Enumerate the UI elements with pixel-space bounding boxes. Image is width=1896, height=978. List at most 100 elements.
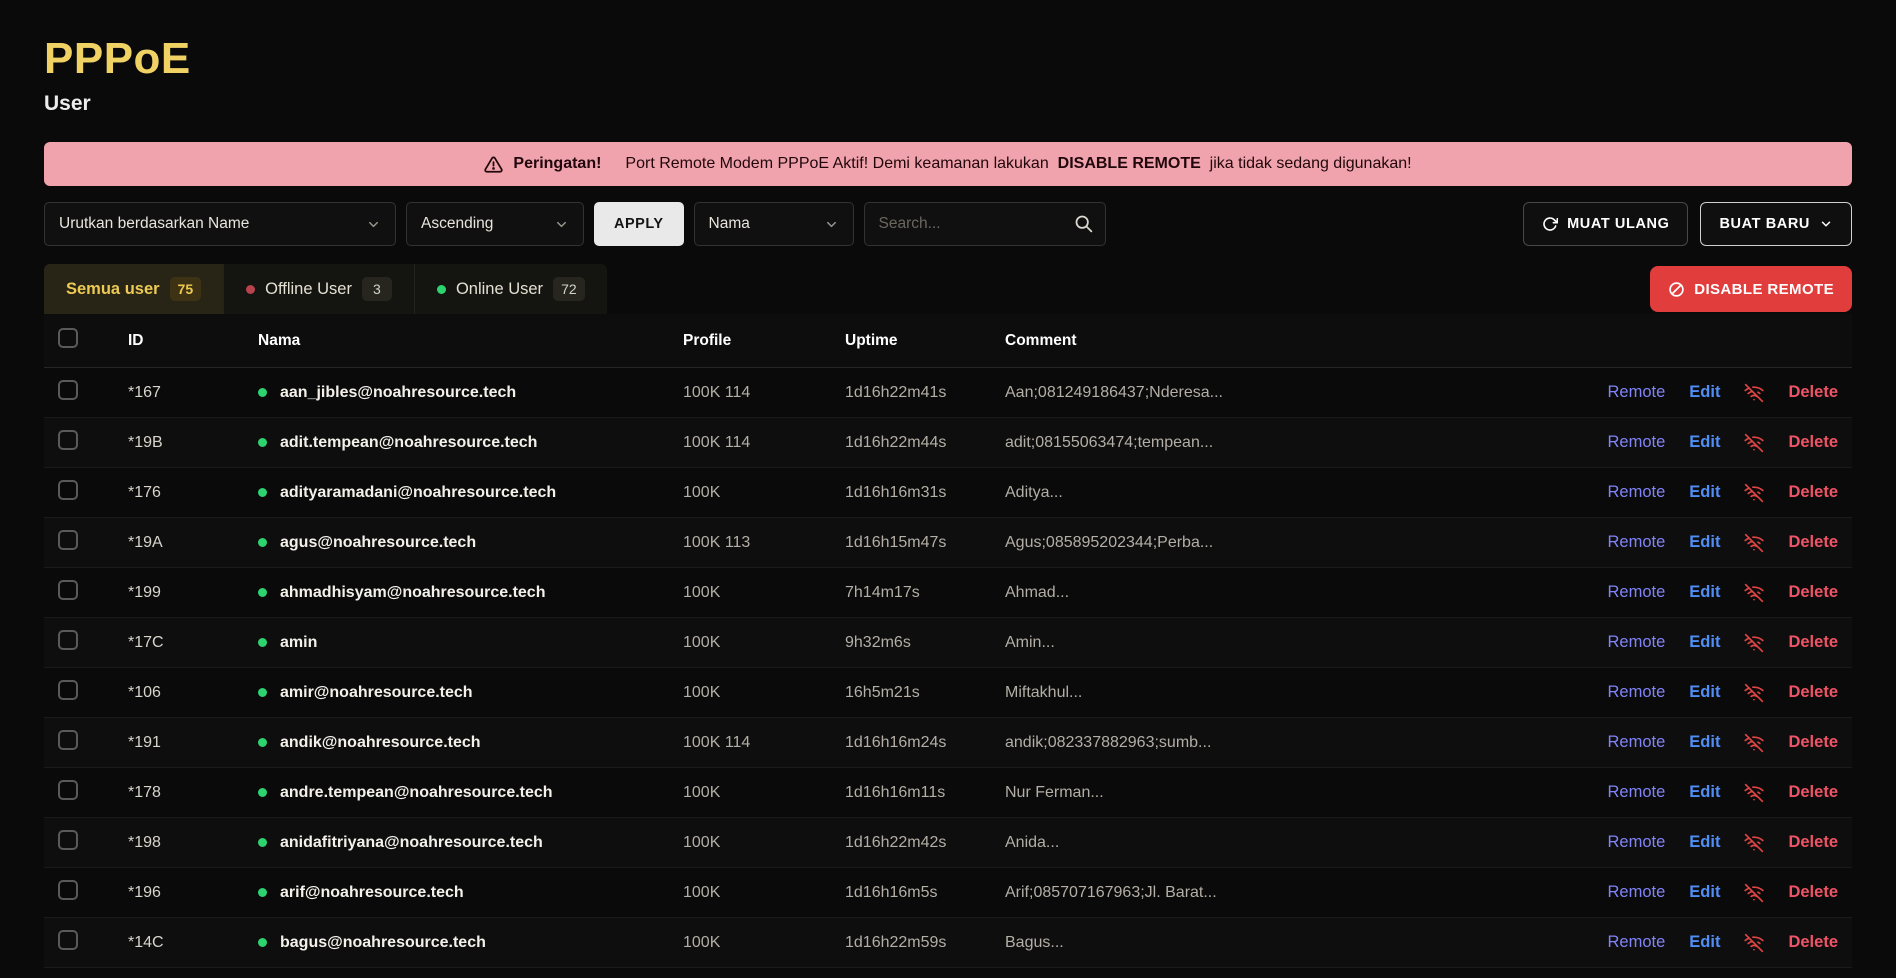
delete-link[interactable]: Delete [1788,433,1838,452]
create-new-label: BUAT BARU [1719,216,1810,232]
table-row: *178 andre.tempean@noahresource.tech 100… [44,768,1852,818]
delete-link[interactable]: Delete [1788,833,1838,852]
delete-link[interactable]: Delete [1788,583,1838,602]
page-subtitle: User [44,92,1852,116]
apply-button[interactable]: APPLY [594,202,684,246]
user-comment: Nur Ferman... [1005,784,1522,802]
delete-link[interactable]: Delete [1788,533,1838,552]
remote-link[interactable]: Remote [1608,883,1666,902]
sort-by-value: Urutkan berdasarkan Name [59,215,249,233]
tab-semua-user[interactable]: Semua user 75 [44,264,224,314]
edit-link[interactable]: Edit [1689,683,1720,702]
search-icon[interactable] [1073,213,1094,239]
disable-remote-label: DISABLE REMOTE [1694,281,1834,298]
reload-button[interactable]: MUAT ULANG [1523,202,1688,246]
table-header-row: ID Nama Profile Uptime Comment [44,314,1852,368]
user-comment: Arif;085707167963;Jl. Barat... [1005,884,1522,902]
wifi-off-icon[interactable] [1744,533,1764,553]
user-profile: 100K 113 [683,534,845,552]
row-actions: Remote Edit Delete [1522,883,1852,903]
wifi-off-icon[interactable] [1744,683,1764,703]
remote-link[interactable]: Remote [1608,733,1666,752]
remote-link[interactable]: Remote [1608,933,1666,952]
row-checkbox[interactable] [58,530,78,550]
row-checkbox[interactable] [58,830,78,850]
row-checkbox[interactable] [58,680,78,700]
remote-link[interactable]: Remote [1608,633,1666,652]
row-checkbox[interactable] [58,430,78,450]
user-uptime: 1d16h22m41s [845,384,1005,402]
edit-link[interactable]: Edit [1689,533,1720,552]
edit-link[interactable]: Edit [1689,933,1720,952]
user-name-cell: anidafitriyana@noahresource.tech [258,834,683,852]
delete-link[interactable]: Delete [1788,933,1838,952]
table-row: *199 ahmadhisyam@noahresource.tech 100K … [44,568,1852,618]
wifi-off-icon[interactable] [1744,933,1764,953]
remote-link[interactable]: Remote [1608,683,1666,702]
edit-link[interactable]: Edit [1689,633,1720,652]
wifi-off-icon[interactable] [1744,733,1764,753]
wifi-off-icon[interactable] [1744,633,1764,653]
wifi-off-icon[interactable] [1744,383,1764,403]
select-all-checkbox[interactable] [58,328,78,348]
row-actions: Remote Edit Delete [1522,383,1852,403]
user-profile: 100K [683,784,845,802]
remote-link[interactable]: Remote [1608,583,1666,602]
row-checkbox[interactable] [58,780,78,800]
tab-offline-user[interactable]: Offline User 3 [224,264,415,314]
remote-link[interactable]: Remote [1608,533,1666,552]
delete-link[interactable]: Delete [1788,483,1838,502]
remote-link[interactable]: Remote [1608,433,1666,452]
wifi-off-icon[interactable] [1744,833,1764,853]
delete-link[interactable]: Delete [1788,383,1838,402]
row-checkbox[interactable] [58,630,78,650]
edit-link[interactable]: Edit [1689,733,1720,752]
remote-link[interactable]: Remote [1608,483,1666,502]
wifi-off-icon[interactable] [1744,783,1764,803]
user-id: *191 [128,734,258,752]
remote-link[interactable]: Remote [1608,383,1666,402]
row-checkbox[interactable] [58,580,78,600]
user-table: ID Nama Profile Uptime Comment *167 aan_… [44,314,1852,968]
edit-link[interactable]: Edit [1689,783,1720,802]
edit-link[interactable]: Edit [1689,383,1720,402]
delete-link[interactable]: Delete [1788,683,1838,702]
wifi-off-icon[interactable] [1744,483,1764,503]
sort-by-dropdown[interactable]: Urutkan berdasarkan Name [44,202,396,246]
edit-link[interactable]: Edit [1689,583,1720,602]
sort-order-dropdown[interactable]: Ascending [406,202,584,246]
row-checkbox[interactable] [58,730,78,750]
user-profile: 100K [683,834,845,852]
edit-link[interactable]: Edit [1689,833,1720,852]
row-checkbox[interactable] [58,380,78,400]
create-new-button[interactable]: BUAT BARU [1700,202,1852,246]
delete-link[interactable]: Delete [1788,783,1838,802]
edit-link[interactable]: Edit [1689,483,1720,502]
row-checkbox[interactable] [58,880,78,900]
remote-link[interactable]: Remote [1608,833,1666,852]
user-name-cell: amin [258,634,683,652]
row-checkbox[interactable] [58,480,78,500]
delete-link[interactable]: Delete [1788,633,1838,652]
edit-link[interactable]: Edit [1689,433,1720,452]
row-checkbox[interactable] [58,930,78,950]
remote-link[interactable]: Remote [1608,783,1666,802]
user-profile: 100K 114 [683,384,845,402]
search-input[interactable] [864,202,1106,246]
user-name-cell: aan_jibles@noahresource.tech [258,384,683,402]
disable-remote-button[interactable]: DISABLE REMOTE [1650,266,1852,312]
user-id: *176 [128,484,258,502]
online-status-icon [258,588,267,597]
wifi-off-icon[interactable] [1744,883,1764,903]
delete-link[interactable]: Delete [1788,883,1838,902]
edit-link[interactable]: Edit [1689,883,1720,902]
wifi-off-icon[interactable] [1744,583,1764,603]
tab-online-user[interactable]: Online User 72 [415,264,607,314]
user-name: bagus@noahresource.tech [280,934,486,952]
table-row: *14C bagus@noahresource.tech 100K 1d16h2… [44,918,1852,968]
wifi-off-icon[interactable] [1744,433,1764,453]
delete-link[interactable]: Delete [1788,733,1838,752]
search-field-dropdown[interactable]: Nama [694,202,854,246]
user-profile: 100K [683,584,845,602]
user-name-cell: adit.tempean@noahresource.tech [258,434,683,452]
